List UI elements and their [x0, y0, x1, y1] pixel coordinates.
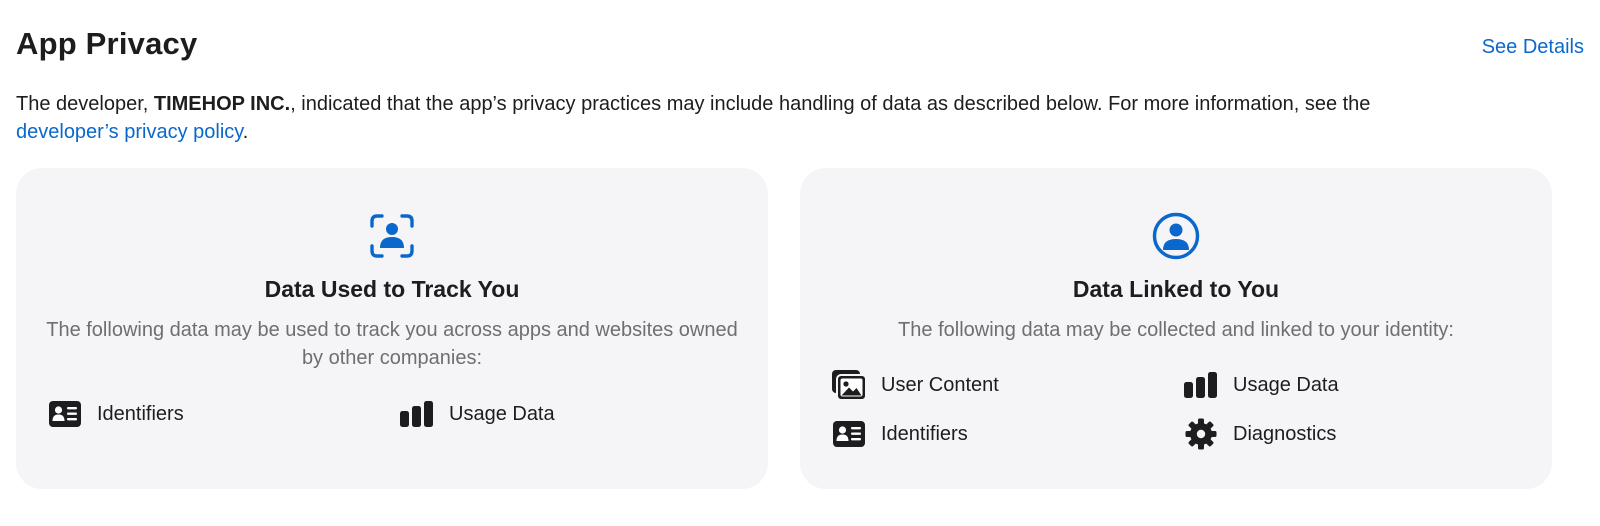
person-circle-icon	[1152, 212, 1200, 260]
id-card-icon	[832, 419, 866, 449]
data-used-to-track-card: Data Used to Track You The following dat…	[16, 168, 768, 489]
app-privacy-header: App Privacy See Details	[16, 22, 1584, 72]
developer-name: TIMEHOP INC.	[153, 93, 291, 115]
photos-icon	[832, 370, 866, 400]
section-title: App Privacy	[16, 26, 198, 61]
data-type-label: Usage Data	[449, 402, 555, 425]
bar-chart-icon	[400, 399, 434, 429]
data-linked-to-you-card: Data Linked to You The following data ma…	[800, 168, 1552, 489]
id-card-icon	[48, 399, 82, 429]
gear-icon	[1184, 418, 1218, 450]
data-type-label: User Content	[881, 373, 999, 396]
data-type-label: Identifiers	[97, 402, 184, 425]
data-type-label: Diagnostics	[1233, 422, 1337, 445]
card-title: Data Linked to You	[1072, 276, 1280, 302]
intro-prefix: The developer,	[16, 93, 154, 115]
data-type-identifiers: Identifiers	[832, 419, 968, 449]
privacy-policy-link[interactable]: developer’s privacy policy	[16, 121, 243, 143]
data-type-diagnostics: Diagnostics	[1184, 418, 1337, 450]
card-title: Data Used to Track You	[264, 276, 520, 302]
see-details-link[interactable]: See Details	[1482, 36, 1584, 59]
data-type-usage-data: Usage Data	[400, 399, 555, 429]
data-type-label: Identifiers	[881, 422, 968, 445]
tracking-person-icon	[368, 212, 416, 260]
data-type-identifiers: Identifiers	[48, 399, 184, 429]
card-description: The following data may be collected and …	[898, 319, 1454, 341]
bar-chart-icon	[1184, 370, 1218, 400]
intro-suffix: .	[242, 121, 249, 143]
data-type-user-content: User Content	[832, 370, 999, 400]
data-type-usage-data: Usage Data	[1184, 370, 1339, 400]
privacy-intro: The developer, TIMEHOP INC., indicated t…	[16, 90, 1550, 146]
card-description: The following data may be used to track …	[46, 319, 738, 369]
data-type-label: Usage Data	[1233, 373, 1339, 396]
intro-middle: , indicated that the app’s privacy pract…	[290, 93, 1371, 115]
